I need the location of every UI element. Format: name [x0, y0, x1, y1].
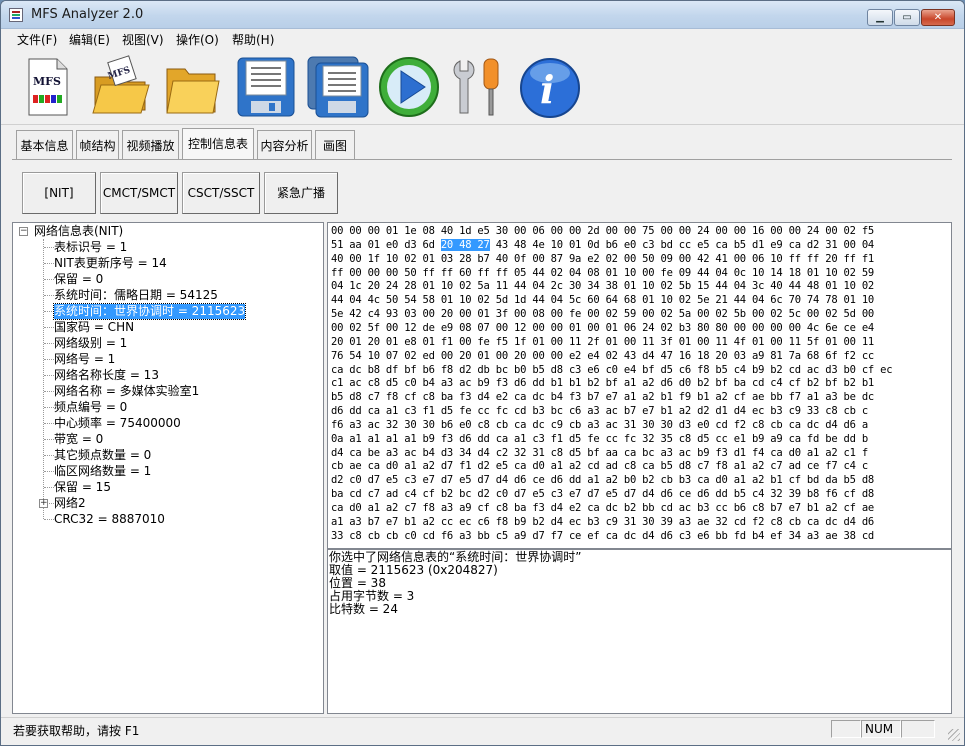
- tree-item[interactable]: 网络名称 = 多媒体实验室1: [54, 384, 199, 399]
- tree-root-nit[interactable]: 网络信息表(NIT): [34, 224, 123, 239]
- open-folder-icon[interactable]: [161, 55, 221, 119]
- tree-node-network2[interactable]: 网络2: [54, 496, 86, 511]
- tab-content-analysis[interactable]: 内容分析: [257, 130, 312, 160]
- status-pane-empty-2: [901, 720, 935, 738]
- window-title: MFS Analyzer 2.0: [31, 7, 144, 22]
- menu-operate[interactable]: 操作(O): [176, 31, 219, 48]
- tree-item[interactable]: NIT表更新序号 = 14: [54, 256, 167, 271]
- status-help-text: 若要获取帮助，请按 F1: [13, 724, 140, 738]
- main-tabs: 基本信息 帧结构 视频播放 控制信息表 内容分析 画图: [12, 128, 952, 160]
- collapse-icon[interactable]: −: [19, 227, 28, 236]
- status-bar: 若要获取帮助，请按 F1 NUM: [1, 717, 964, 745]
- tab-frame-structure[interactable]: 帧结构: [76, 130, 119, 160]
- info-position-line: 位置 = 38: [329, 576, 386, 590]
- mfs-file-icon[interactable]: MFS: [23, 55, 73, 119]
- menu-file[interactable]: 文件(F): [17, 31, 57, 48]
- field-info-panel: 你选中了网络信息表的“系统时间：世界协调时” 取值 = 2115623 (0x2…: [327, 549, 952, 714]
- minimize-button[interactable]: ▁: [867, 9, 893, 26]
- tab-draw[interactable]: 画图: [315, 130, 355, 160]
- expand-icon[interactable]: +: [39, 499, 48, 508]
- tree-item[interactable]: 其它频点数量 = 0: [54, 448, 151, 463]
- close-button[interactable]: ✕: [921, 9, 955, 26]
- save-icon[interactable]: [235, 55, 297, 119]
- nit-button[interactable]: [NIT]: [22, 172, 96, 214]
- tree-item[interactable]: 保留 = 15: [54, 480, 111, 495]
- play-icon[interactable]: [377, 55, 441, 119]
- tree-item[interactable]: 国家码 = CHN: [54, 320, 134, 335]
- tree-item[interactable]: 网络号 = 1: [54, 352, 115, 367]
- tree-item[interactable]: 网络级别 = 1: [54, 336, 127, 351]
- emergency-broadcast-button[interactable]: 紧急广播: [264, 172, 338, 214]
- open-mfs-folder-icon[interactable]: MFS: [91, 55, 153, 119]
- maximize-button[interactable]: ▭: [894, 9, 920, 26]
- status-pane-empty: [831, 720, 861, 738]
- mfs-logo-text: MFS: [33, 75, 61, 88]
- menu-edit[interactable]: 编辑(E): [69, 31, 110, 48]
- save-all-icon[interactable]: [306, 55, 370, 119]
- tree-item[interactable]: 系统时间：世界协调时 = 2115623: [52, 303, 247, 320]
- tree-item[interactable]: 系统时间：儒略日期 = 54125: [54, 288, 218, 303]
- title-bar: MFS Analyzer 2.0 ▁ ▭ ✕: [1, 1, 964, 29]
- tree-item[interactable]: 网络名称长度 = 13: [54, 368, 159, 383]
- tree-item[interactable]: CRC32 = 8887010: [54, 512, 165, 527]
- menu-bar: 文件(F) 编辑(E) 视图(V) 操作(O) 帮助(H): [1, 29, 964, 49]
- info-bits-line: 比特数 = 24: [329, 602, 398, 616]
- tab-video-playback[interactable]: 视频播放: [122, 130, 179, 160]
- tab-control-info-table[interactable]: 控制信息表: [182, 128, 254, 160]
- settings-tools-icon[interactable]: [448, 55, 508, 119]
- tree-item[interactable]: 临区网络数量 = 1: [54, 464, 151, 479]
- tree-item[interactable]: 表标识号 = 1: [54, 240, 127, 255]
- tree-item[interactable]: 频点编号 = 0: [54, 400, 127, 415]
- status-num-indicator: NUM: [861, 720, 901, 738]
- csct-sscct-button[interactable]: CSCT/SSCT: [182, 172, 260, 214]
- info-value-line: 取值 = 2115623 (0x204827): [329, 563, 498, 577]
- tree-item[interactable]: 中心频率 = 75400000: [54, 416, 181, 431]
- menu-help[interactable]: 帮助(H): [232, 31, 274, 48]
- app-icon: [9, 8, 23, 22]
- main-window: MFS Analyzer 2.0 ▁ ▭ ✕ 文件(F) 编辑(E) 视图(V)…: [0, 0, 965, 746]
- toolbar: MFS MFS i: [1, 49, 964, 125]
- tab-basic-info[interactable]: 基本信息: [16, 130, 73, 160]
- nit-tree-view[interactable]: − 网络信息表(NIT) 表标识号 = 1 NIT表更新序号 = 14 保留 = 0…: [12, 222, 324, 714]
- menu-view[interactable]: 视图(V): [122, 31, 164, 48]
- svg-text:i: i: [540, 67, 554, 112]
- hex-row: 33 c8 cb cb c0 cd f6 a3 bb c5 a9 d7 f7 c…: [331, 529, 875, 542]
- cmct-smct-button[interactable]: CMCT/SMCT: [100, 172, 178, 214]
- tree-item[interactable]: 保留 = 0: [54, 272, 103, 287]
- hex-dump-view[interactable]: 00 00 00 01 1e 08 40 1d e5 30 00 06 00 0…: [327, 222, 952, 549]
- hex-selection: 20 48 27: [440, 238, 490, 251]
- info-icon[interactable]: i: [519, 55, 581, 119]
- tree-item[interactable]: 带宽 = 0: [54, 432, 103, 447]
- info-bytes-line: 占用字节数 = 3: [329, 589, 415, 603]
- table-button-panel: [NIT] CMCT/SMCT CSCT/SSCT 紧急广播: [12, 159, 952, 219]
- resize-grip[interactable]: [948, 729, 960, 741]
